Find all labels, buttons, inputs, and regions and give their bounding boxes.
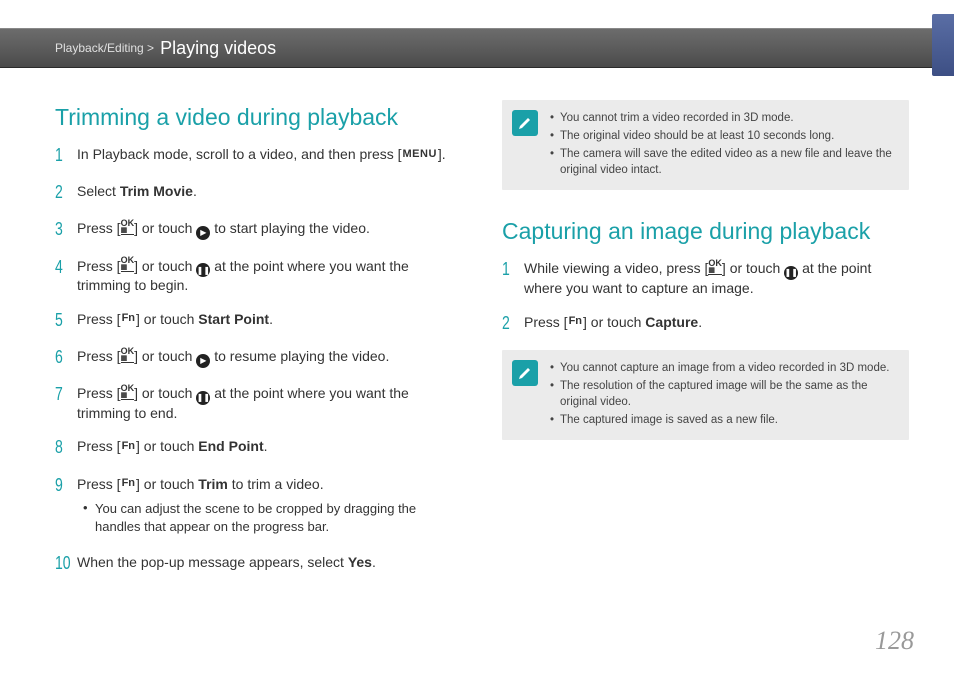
- ok-icon: OK: [121, 348, 135, 363]
- step-number: 1: [502, 257, 519, 282]
- content-columns: Trimming a video during playback 1In Pla…: [55, 100, 909, 616]
- section-heading-trimming: Trimming a video during playback: [55, 104, 462, 131]
- step-text: Press [OK] or touch ▶ to resume playing …: [77, 347, 462, 367]
- step-text: Press [OK] or touch ❚❚ at the point wher…: [77, 257, 462, 296]
- sub-note-item: You can adjust the scene to be cropped b…: [83, 500, 462, 536]
- step-item: 5Press [Fn] or touch Start Point.: [55, 310, 462, 333]
- breadcrumb: Playback/Editing >: [55, 41, 154, 55]
- step-text: When the pop-up message appears, select …: [77, 553, 462, 573]
- step-item: 7Press [OK] or touch ❚❚ at the point whe…: [55, 384, 462, 423]
- page-title: Playing videos: [160, 38, 276, 59]
- fn-icon: Fn: [121, 476, 136, 491]
- step-number: 5: [55, 308, 72, 333]
- note-item: You cannot trim a video recorded in 3D m…: [550, 110, 895, 126]
- step-item: 6Press [OK] or touch ▶ to resume playing…: [55, 347, 462, 370]
- menu-icon: MENU: [402, 147, 438, 162]
- step-item: 1While viewing a video, press [OK] or to…: [502, 259, 909, 298]
- steps-list-trimming: 1In Playback mode, scroll to a video, an…: [55, 145, 462, 577]
- step-number: 2: [502, 311, 519, 336]
- step-number: 1: [55, 143, 72, 168]
- step-text: Press [Fn] or touch End Point.: [77, 437, 462, 457]
- step-text: Press [Fn] or touch Capture.: [524, 313, 909, 333]
- step-item: 9Press [Fn] or touch Trim to trim a vide…: [55, 475, 462, 540]
- pause-icon: ❚❚: [196, 263, 210, 277]
- steps-list-capture: 1While viewing a video, press [OK] or to…: [502, 259, 909, 335]
- step-number: 7: [55, 382, 72, 407]
- note-item: You cannot capture an image from a video…: [550, 360, 895, 376]
- step-number: 8: [55, 435, 72, 460]
- left-column: Trimming a video during playback 1In Pla…: [55, 100, 462, 616]
- note-item: The original video should be at least 10…: [550, 128, 895, 144]
- step-number: 4: [55, 255, 72, 280]
- fn-icon: Fn: [121, 311, 136, 326]
- fn-icon: Fn: [121, 439, 136, 454]
- ok-icon: OK: [121, 385, 135, 400]
- side-tab: [932, 14, 954, 76]
- header-bar: Playback/Editing > Playing videos: [0, 28, 954, 68]
- step-item: 4Press [OK] or touch ❚❚ at the point whe…: [55, 257, 462, 296]
- step-number: 9: [55, 473, 72, 498]
- step-text: Press [Fn] or touch Trim to trim a video…: [77, 475, 462, 540]
- step-item: 3Press [OK] or touch ▶ to start playing …: [55, 219, 462, 242]
- pause-icon: ❚❚: [196, 391, 210, 405]
- play-icon: ▶: [196, 354, 210, 368]
- pencil-icon: [512, 110, 538, 136]
- note-item: The camera will save the edited video as…: [550, 146, 895, 178]
- note-box-capture: You cannot capture an image from a video…: [502, 350, 909, 440]
- note-box-trimming: You cannot trim a video recorded in 3D m…: [502, 100, 909, 190]
- play-icon: ▶: [196, 226, 210, 240]
- note-list-trimming: You cannot trim a video recorded in 3D m…: [550, 110, 895, 180]
- step-text: Select Trim Movie.: [77, 182, 462, 202]
- step-text: Press [Fn] or touch Start Point.: [77, 310, 462, 330]
- step-number: 6: [55, 345, 72, 370]
- step-number: 2: [55, 180, 72, 205]
- sub-note-list: You can adjust the scene to be cropped b…: [77, 500, 462, 536]
- ok-icon: OK: [708, 260, 722, 275]
- step-item: 2Press [Fn] or touch Capture.: [502, 313, 909, 336]
- step-number: 3: [55, 217, 72, 242]
- step-item: 10When the pop-up message appears, selec…: [55, 553, 462, 576]
- ok-icon: OK: [121, 220, 135, 235]
- step-item: 2Select Trim Movie.: [55, 182, 462, 205]
- step-text: Press [OK] or touch ▶ to start playing t…: [77, 219, 462, 239]
- pause-icon: ❚❚: [784, 266, 798, 280]
- page-number: 128: [875, 626, 914, 656]
- fn-icon: Fn: [568, 314, 583, 329]
- step-number: 10: [55, 551, 72, 576]
- ok-icon: OK: [121, 257, 135, 272]
- pencil-icon: [512, 360, 538, 386]
- note-list-capture: You cannot capture an image from a video…: [550, 360, 895, 430]
- step-text: In Playback mode, scroll to a video, and…: [77, 145, 462, 165]
- step-text: Press [OK] or touch ❚❚ at the point wher…: [77, 384, 462, 423]
- note-item: The resolution of the captured image wil…: [550, 378, 895, 410]
- manual-page: Playback/Editing > Playing videos Trimmi…: [0, 0, 954, 676]
- step-item: 8Press [Fn] or touch End Point.: [55, 437, 462, 460]
- note-item: The captured image is saved as a new fil…: [550, 412, 895, 428]
- step-text: While viewing a video, press [OK] or tou…: [524, 259, 909, 298]
- section-heading-capture: Capturing an image during playback: [502, 218, 909, 245]
- right-column: You cannot trim a video recorded in 3D m…: [502, 100, 909, 616]
- step-item: 1In Playback mode, scroll to a video, an…: [55, 145, 462, 168]
